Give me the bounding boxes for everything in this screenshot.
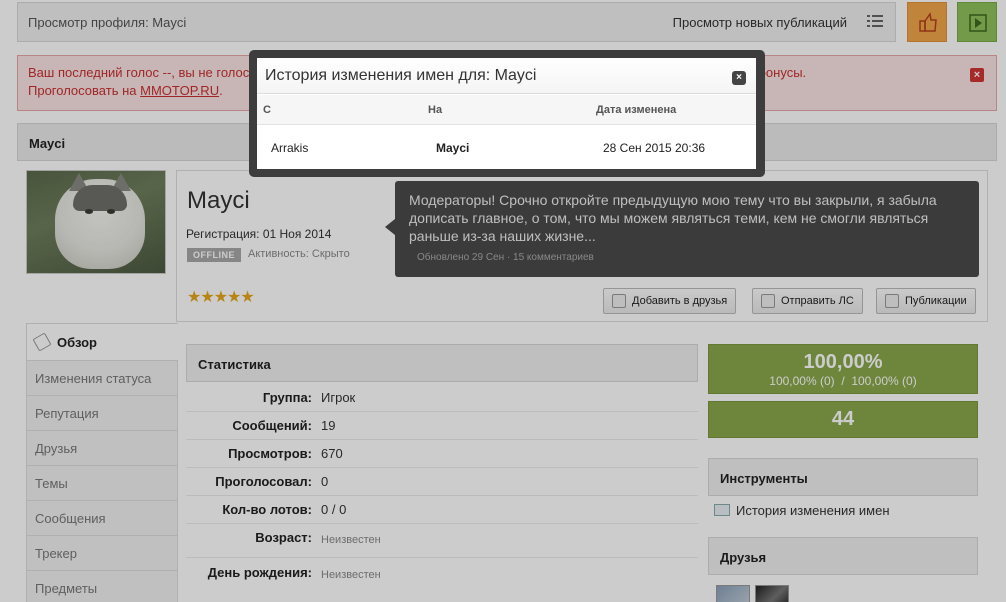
- new-name: Mayci: [436, 141, 470, 155]
- name-history-modal: История изменения имен для: Mayci × С На…: [249, 50, 765, 177]
- col-to: На: [428, 104, 443, 116]
- modal-table-header: С На Дата изменена: [257, 95, 756, 125]
- change-date: 28 Сен 2015 20:36: [603, 141, 706, 155]
- col-date: Дата изменена: [596, 104, 677, 116]
- old-name: Arrakis: [271, 141, 309, 155]
- close-icon[interactable]: ×: [732, 71, 746, 85]
- modal-title: История изменения имен для: Mayci: [257, 58, 756, 94]
- table-row: Arrakis Mayci 28 Сен 2015 20:36: [257, 126, 756, 169]
- col-from: С: [263, 104, 271, 116]
